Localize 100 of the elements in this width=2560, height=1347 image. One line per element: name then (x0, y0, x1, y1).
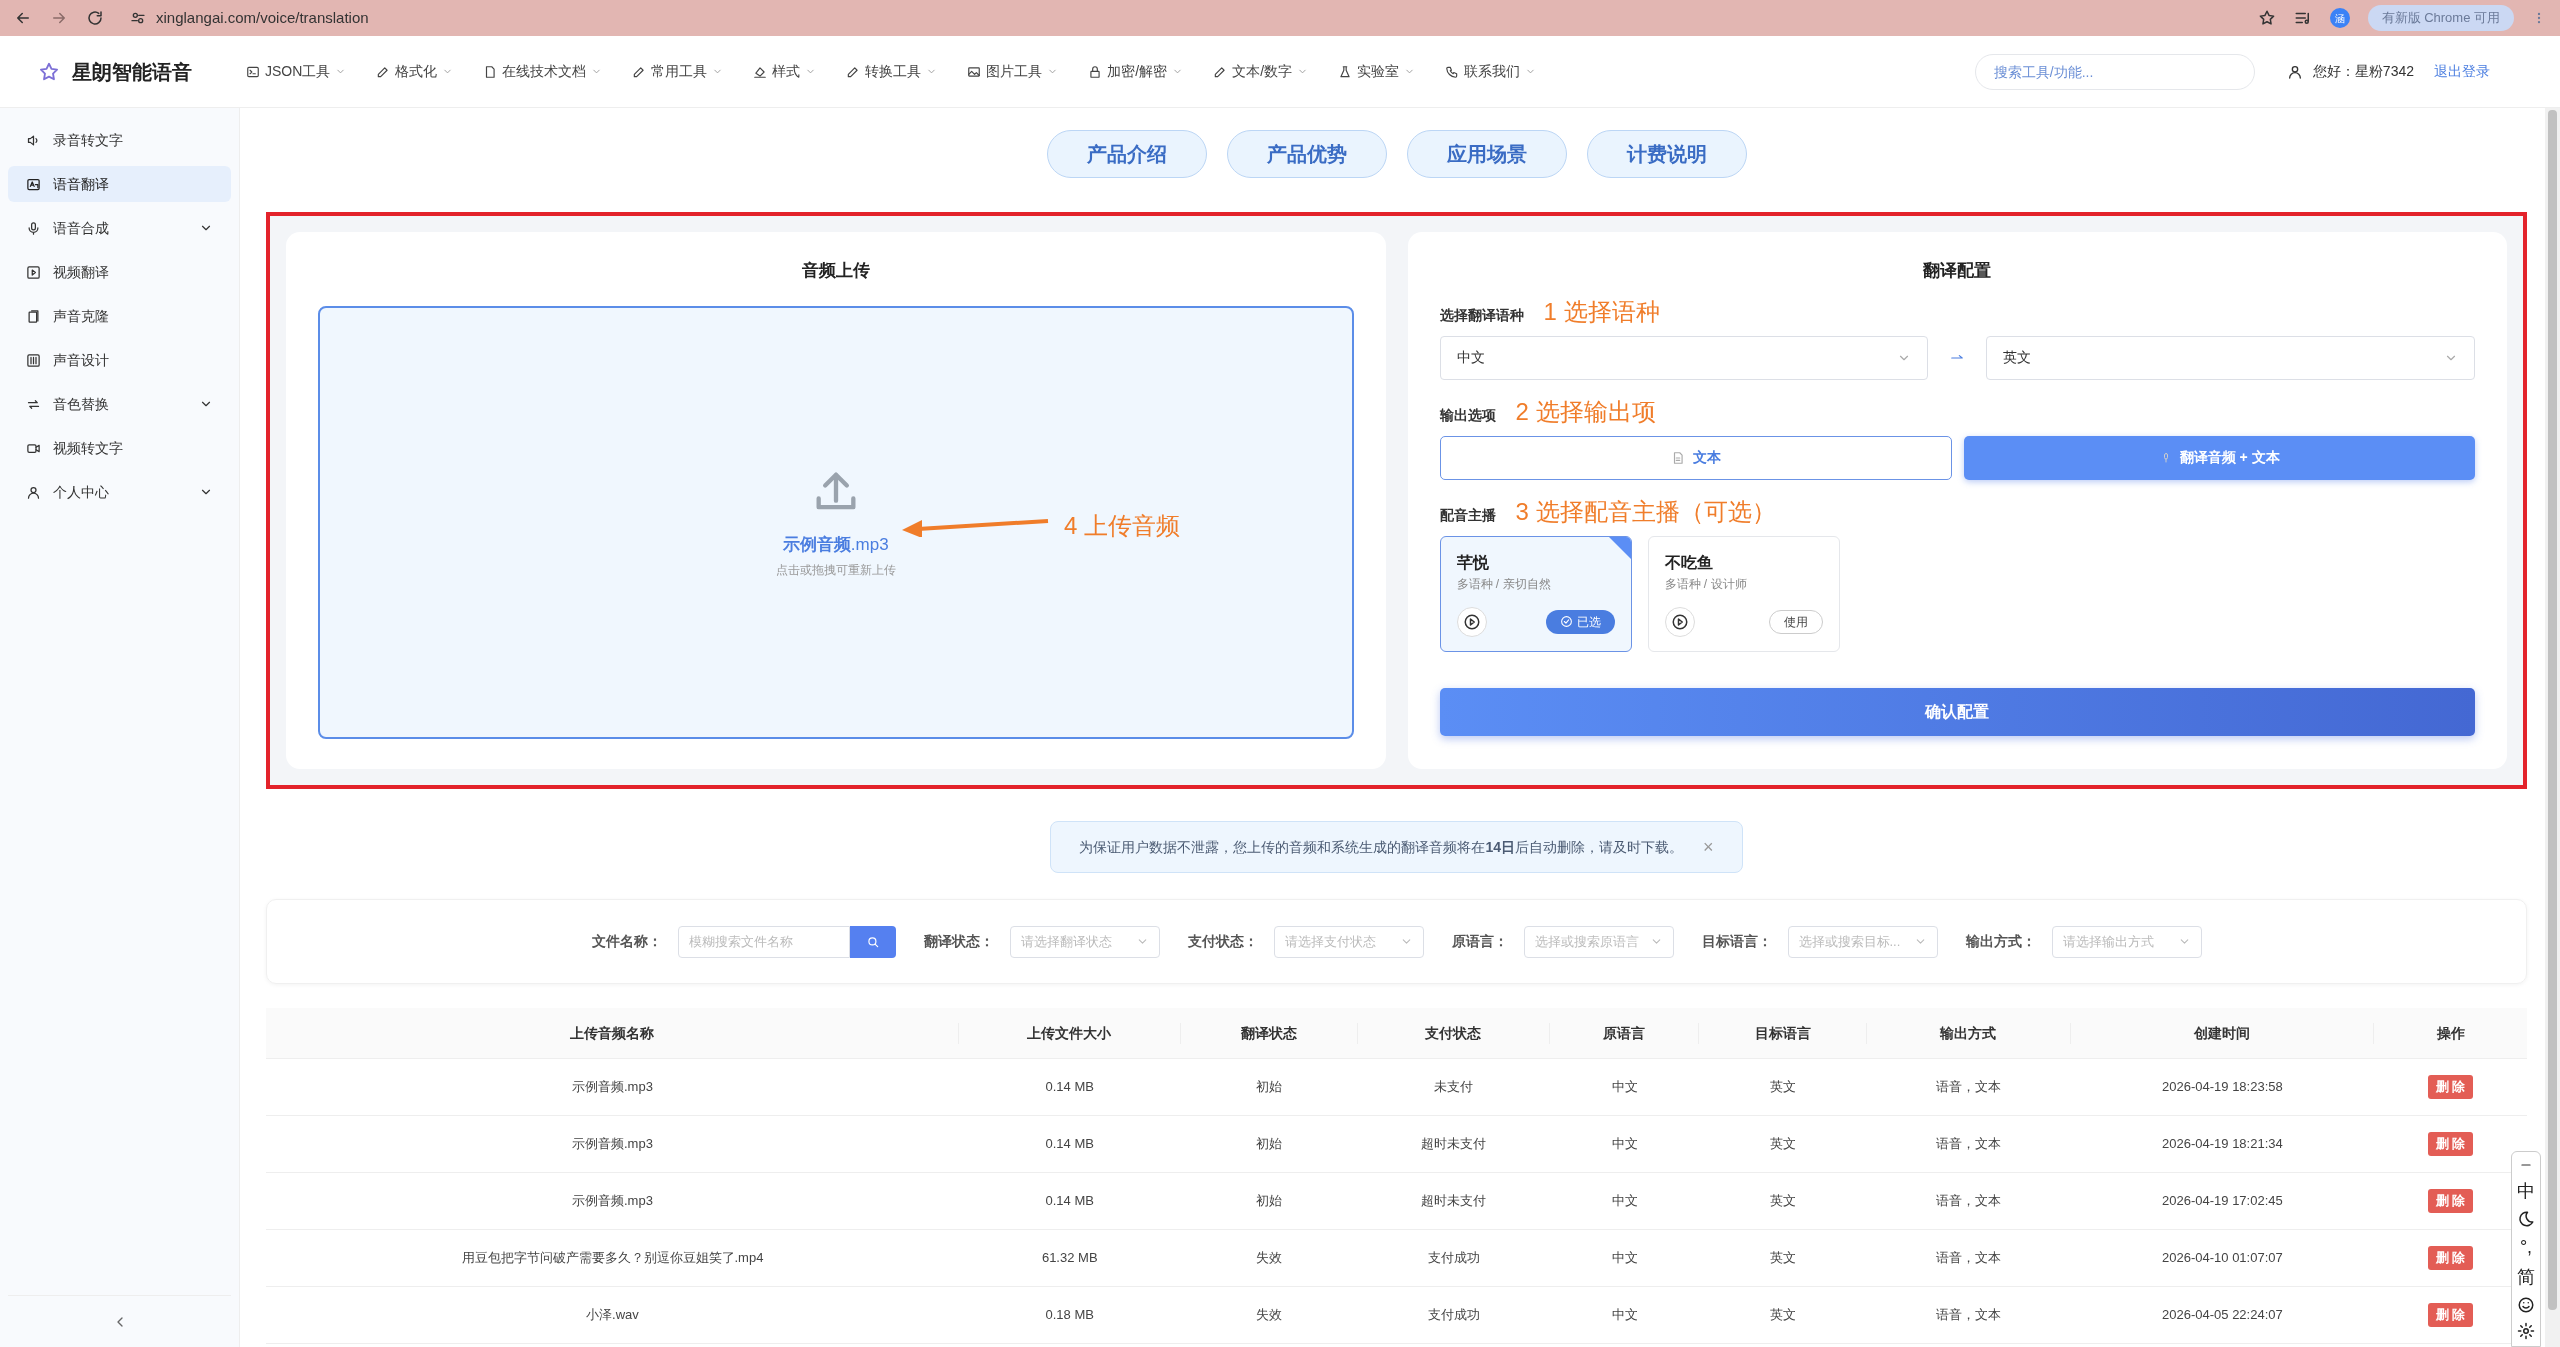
column-header: 翻译状态 (1240, 1023, 1297, 1043)
table-cell-text: 0.18 MB (1045, 1306, 1094, 1325)
table-cell-text: 2026-04-19 18:21:34 (2162, 1135, 2283, 1154)
play-button[interactable] (1664, 606, 1695, 637)
image-icon (967, 64, 982, 79)
ime-toolbar-button[interactable]: 简 (2517, 1266, 2535, 1288)
user-greeting: 您好：星粉7342 (2312, 62, 2414, 81)
nav-menu-item[interactable]: 常用工具 (632, 61, 724, 82)
tab[interactable]: 产品介绍 (1046, 130, 1207, 178)
table-cell-text: 中文 (1611, 1078, 1638, 1097)
voice-card[interactable]: 不吃鱼 多语种 / 设计师 使用 (1647, 535, 1840, 652)
sidebar-item[interactable]: 语音合成 (8, 210, 231, 246)
source-language-select[interactable]: 中文 (1439, 335, 1929, 380)
column-header: 原语言 (1603, 1023, 1646, 1043)
table-cell-text: 支付成功 (1427, 1306, 1480, 1325)
voice-name: 芊悦 (1456, 552, 1490, 573)
nav-menu-item[interactable]: 样式 (753, 61, 817, 82)
nav-menu-item[interactable]: 图片工具 (967, 61, 1059, 82)
filter-label: 文件名称： (591, 932, 662, 951)
voice-select-button[interactable]: 使用 (1768, 609, 1823, 634)
sidebar-item[interactable]: 语音翻译 (8, 166, 231, 202)
sidebar-item[interactable]: 声音设计 (8, 342, 231, 378)
filter-label: 原语言： (1451, 932, 1508, 951)
smiley-icon (2517, 1296, 2535, 1314)
table-cell-text: 61.32 MB (1041, 1249, 1098, 1268)
sidebar-item[interactable]: 录音转文字 (8, 122, 231, 158)
delete-button[interactable]: 删 除 (2427, 1303, 2474, 1327)
voice-card[interactable]: 芊悦 多语种 / 亲切自然 已选 (1439, 535, 1632, 652)
table-cell-text: 语音，文本 (1936, 1135, 2002, 1154)
nav-menu-item[interactable]: 文本/数字 (1213, 61, 1309, 82)
nav-menu-item[interactable]: 联系我们 (1445, 61, 1537, 82)
star-logo-icon (38, 60, 60, 83)
table-cell-text: 失效 (1256, 1249, 1283, 1268)
nav-menu-item[interactable]: 在线技术文档 (483, 61, 603, 82)
tab[interactable]: 产品优势 (1226, 130, 1387, 178)
uploaded-file-name: 示例音频.mp3 (782, 533, 889, 556)
search-field[interactable]: 搜索工具/功能... (1974, 53, 2255, 90)
table-cell-text: 失效 (1256, 1306, 1283, 1325)
ime-toolbar-button[interactable]: °, (2519, 1236, 2533, 1258)
table-cell-text: 示例音频.mp3 (572, 1078, 653, 1097)
search-icon (865, 934, 880, 949)
table-cell-text: 中文 (1611, 1192, 1638, 1211)
table-cell-text: 语音，文本 (1936, 1249, 2002, 1268)
table-cell-text: 小泽.wav (586, 1306, 639, 1325)
sidebar-item[interactable]: 个人中心 (8, 474, 231, 510)
tab[interactable]: 应用场景 (1406, 130, 1567, 178)
edit-icon (376, 64, 391, 79)
delete-button[interactable]: 删 除 (2427, 1132, 2474, 1156)
delete-button[interactable]: 删 除 (2427, 1189, 2474, 1213)
star-icon (2257, 9, 2276, 27)
sidebar-item[interactable]: 视频转文字 (8, 430, 231, 466)
sidebar-item[interactable]: 视频翻译 (8, 254, 231, 290)
column-header: 创建时间 (2193, 1023, 2250, 1043)
table-cell-text: 未支付 (1434, 1078, 1474, 1097)
table-cell-text: 中文 (1611, 1306, 1638, 1325)
microphone-icon (26, 220, 41, 236)
sidebar-item[interactable]: 声音克隆 (8, 298, 231, 334)
panel-title: 音频上传 (800, 260, 871, 282)
profile-avatar[interactable]: 涵 (2329, 8, 2350, 28)
logout-link[interactable]: 退出登录 (2434, 61, 2490, 82)
edit-icon (632, 64, 647, 79)
tab[interactable]: 计费说明 (1586, 130, 1747, 178)
table-cell-text: 超时未支付 (1421, 1135, 1487, 1154)
moon-icon (2517, 1210, 2535, 1228)
voice-select-button[interactable]: 已选 (1545, 609, 1615, 634)
phone-icon (1445, 64, 1460, 79)
sidebar-item[interactable]: 音色替换 (8, 386, 231, 422)
filter-label: 输出方式： (1965, 932, 2036, 951)
lock-icon (1088, 64, 1103, 79)
filter-label: 支付状态： (1187, 932, 1258, 951)
nav-menu-item[interactable]: 格式化 (376, 61, 454, 82)
address-bar[interactable]: xinglangai.com/voice/translation (122, 4, 2240, 32)
delete-button[interactable]: 删 除 (2427, 1246, 2474, 1270)
table-cell-text: 0.14 MB (1045, 1078, 1094, 1097)
play-icon (1670, 612, 1689, 631)
column-header: 上传文件大小 (1027, 1023, 1112, 1043)
confirm-config-button[interactable]: 确认配置 (1439, 687, 2475, 736)
search-button[interactable] (849, 925, 896, 958)
nav-menu-item[interactable]: JSON工具 (246, 61, 347, 82)
table-cell-text: 语音，文本 (1936, 1078, 2002, 1097)
table-cell-text: 英文 (1770, 1306, 1797, 1325)
table-cell-text: 语音，文本 (1936, 1192, 2002, 1211)
output-option-button[interactable]: 文本 (1439, 435, 1953, 480)
delete-button[interactable]: 删 除 (2427, 1075, 2474, 1099)
annotation-text: 4 上传音频 (1064, 510, 1180, 541)
play-button[interactable] (1456, 606, 1487, 637)
ime-toolbar-button[interactable]: 中 (2517, 1180, 2535, 1202)
upload-dropzone[interactable]: 示例音频.mp3 点击或拖拽可重新上传 4 上传音频 (318, 305, 1354, 739)
file-name-search-field[interactable]: 模糊搜索文件名称 (677, 925, 850, 958)
target-language-select[interactable]: 英文 (1986, 335, 2475, 380)
nav-menu-item[interactable]: 转换工具 (846, 61, 938, 82)
table-cell-text: 初始 (1256, 1078, 1283, 1097)
table-cell-text: 中文 (1611, 1249, 1638, 1268)
nav-menu-item[interactable]: 实验室 (1338, 61, 1416, 82)
brand-name[interactable]: 星朗智能语音 (72, 56, 192, 87)
flask-icon (1338, 64, 1353, 79)
table-cell-text: 中文 (1611, 1135, 1638, 1154)
nav-menu-item[interactable]: 加密/解密 (1088, 61, 1184, 82)
check-circle-icon (1559, 615, 1573, 628)
edit-icon (846, 64, 861, 79)
